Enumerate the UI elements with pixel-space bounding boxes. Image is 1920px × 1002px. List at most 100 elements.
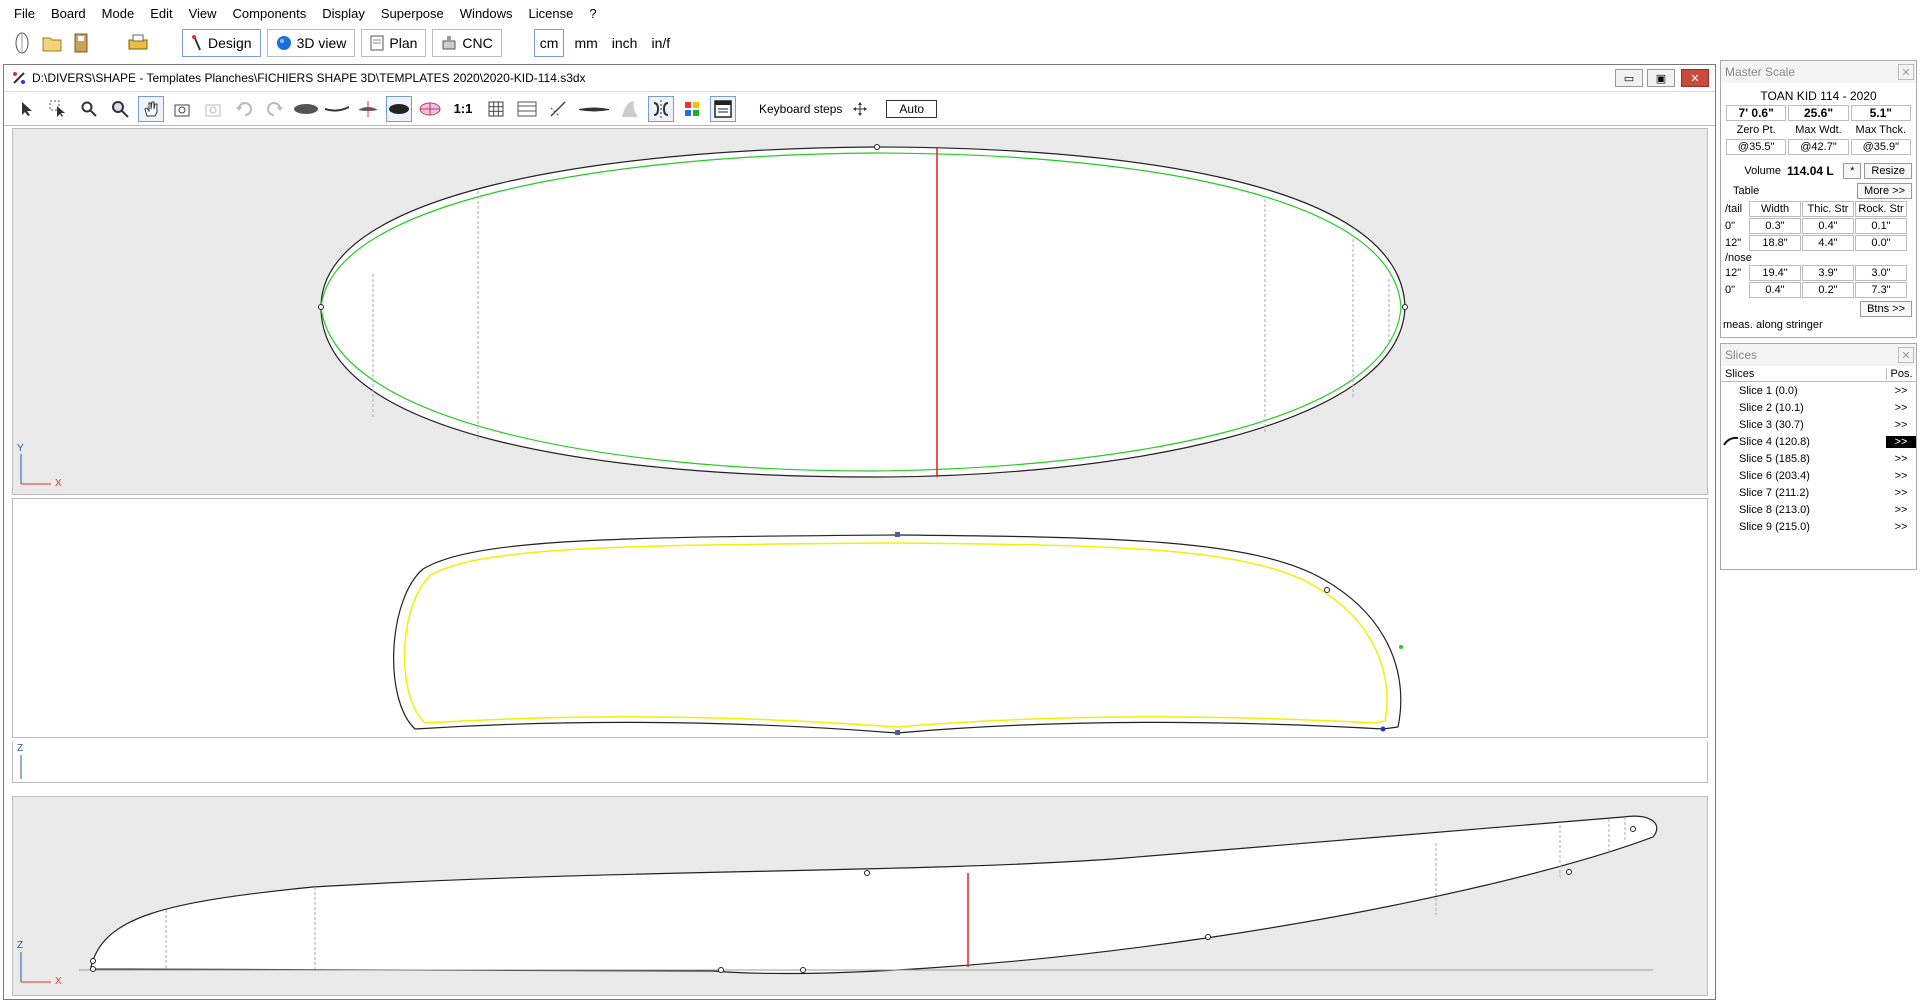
list-item[interactable]: Slice 9 (215.0) >>	[1721, 518, 1916, 535]
list-item[interactable]: Slice 3 (30.7) >>	[1721, 416, 1916, 433]
resize-button[interactable]: Resize	[1864, 163, 1912, 179]
current-slice-icon	[1723, 436, 1739, 446]
board-width[interactable]: 25.6"	[1788, 105, 1849, 121]
slice-view-icon[interactable]	[355, 96, 381, 122]
auto-steps-button[interactable]: Auto	[886, 99, 938, 118]
3d-view-mode-label: 3D view	[296, 35, 347, 51]
measure-icon[interactable]	[545, 96, 571, 122]
close-button[interactable]: ✕	[1681, 69, 1709, 87]
more-button[interactable]: More >>	[1857, 183, 1912, 199]
cnc-mode-label: CNC	[462, 35, 493, 51]
list-item[interactable]: Slice 2 (10.1) >>	[1721, 399, 1916, 416]
rocker-view[interactable]: Z X	[12, 796, 1708, 996]
open-folder-icon[interactable]	[40, 31, 64, 55]
fin-rocker-icon[interactable]	[576, 96, 612, 122]
col-rocker-header: Rock. Str	[1855, 201, 1907, 217]
max-thickness-value[interactable]: @35.9"	[1850, 139, 1911, 155]
menu-superpose[interactable]: Superpose	[373, 0, 452, 28]
slice-view[interactable]	[12, 498, 1708, 738]
list-item[interactable]: Slice 7 (211.2) >>	[1721, 484, 1916, 501]
deck-bottom-icon[interactable]	[417, 96, 443, 122]
axis-y-label: Y	[17, 443, 24, 454]
list-item[interactable]: Slice 8 (213.0) >>	[1721, 501, 1916, 518]
menu-board[interactable]: Board	[43, 0, 94, 28]
control-point	[90, 966, 96, 972]
slices-close-icon[interactable]: ✕	[1898, 347, 1914, 363]
board-name: TOAN KID 114 - 2020	[1760, 89, 1877, 103]
plan-mode-label: Plan	[389, 35, 418, 51]
board-length[interactable]: 7' 0.6"	[1726, 105, 1787, 121]
grid-icon[interactable]	[483, 96, 509, 122]
unit-in-f[interactable]: in/f	[647, 30, 674, 56]
control-point	[1380, 726, 1386, 732]
unit-cm[interactable]: cm	[533, 29, 565, 57]
design-mode-button[interactable]: Design	[182, 29, 261, 57]
globe-icon	[276, 36, 291, 50]
3d-view-mode-button[interactable]: 3D view	[266, 29, 356, 57]
slices-panel: Slices ✕ Slices Pos. Slice 1 (0.0) >> Sli…	[1720, 343, 1917, 570]
colors-icon[interactable]	[679, 96, 705, 122]
table-row: 0" 0.3" 0.4" 0.1"	[1725, 218, 1912, 234]
menu-mode[interactable]: Mode	[94, 0, 143, 28]
restore-button[interactable]: ▣	[1647, 69, 1675, 87]
layers-icon[interactable]	[514, 96, 540, 122]
star-button[interactable]: *	[1843, 163, 1862, 179]
control-point	[1566, 869, 1572, 875]
move-arrows-icon[interactable]	[847, 96, 873, 122]
document-title-bar: D:\DIVERS\SHAPE - Templates Planches\FIC…	[4, 65, 1715, 92]
unit-mm[interactable]: mm	[570, 30, 601, 56]
document-icon	[13, 72, 25, 84]
side-axis-x-label: X	[55, 976, 62, 987]
pan-hand-icon[interactable]	[138, 95, 164, 122]
outline-view[interactable]: Y X	[12, 128, 1708, 495]
max-width-value[interactable]: @42.7"	[1788, 139, 1849, 155]
zoom-window-icon[interactable]	[107, 96, 133, 122]
document-window: D:\DIVERS\SHAPE - Templates Planches\FIC…	[3, 64, 1716, 1000]
control-point	[864, 870, 870, 876]
plan-mode-button[interactable]: Plan	[361, 29, 427, 57]
select-points-icon[interactable]	[45, 96, 71, 122]
unit-inch[interactable]: inch	[608, 30, 642, 56]
menu-license[interactable]: License	[521, 0, 582, 28]
all-views-icon[interactable]	[386, 95, 412, 122]
buttons-button[interactable]: Btns >>	[1860, 301, 1912, 317]
cnc-mode-button[interactable]: CNC	[432, 29, 502, 57]
menu-view[interactable]: View	[181, 0, 225, 28]
scale-1-1-button[interactable]: 1:1	[448, 96, 478, 122]
redo-icon	[262, 96, 288, 122]
list-item[interactable]: Slice 1 (0.0) >>	[1721, 382, 1916, 399]
master-scale-close-icon[interactable]: ✕	[1898, 64, 1914, 80]
save-icon[interactable]	[70, 31, 94, 55]
menu-edit[interactable]: Edit	[142, 0, 180, 28]
list-item[interactable]: Slice 4 (120.8) >>	[1721, 433, 1916, 450]
slices-column-header: Slices	[1725, 367, 1755, 380]
minimize-button[interactable]: ▭	[1615, 69, 1643, 87]
zero-point-value[interactable]: @35.5"	[1726, 139, 1787, 155]
slices-title-bar: Slices ✕	[1721, 344, 1916, 366]
side-axis-z-label: Z	[17, 940, 24, 951]
new-board-icon[interactable]	[10, 31, 34, 55]
print-icon[interactable]	[126, 31, 150, 55]
properties-window-icon[interactable]	[710, 95, 736, 122]
rocker-view-icon[interactable]	[324, 96, 350, 122]
menu-display[interactable]: Display	[314, 0, 373, 28]
menu-components[interactable]: Components	[225, 0, 315, 28]
outline-view-icon[interactable]	[293, 96, 319, 122]
list-item[interactable]: Slice 6 (203.4) >>	[1721, 467, 1916, 484]
control-point	[1324, 587, 1330, 593]
menu-help[interactable]: ?	[581, 0, 604, 28]
control-point	[800, 967, 806, 973]
board-thickness[interactable]: 5.1"	[1850, 105, 1911, 121]
menu-windows[interactable]: Windows	[452, 0, 521, 28]
camera-icon[interactable]	[169, 96, 195, 122]
zoom-icon[interactable]	[76, 96, 102, 122]
table-row: 0" 0.4" 0.2" 7.3"	[1725, 282, 1912, 298]
menu-file[interactable]: File	[6, 0, 43, 28]
select-arrow-icon[interactable]	[14, 96, 40, 122]
control-point	[1399, 645, 1403, 649]
symmetry-icon[interactable]	[648, 95, 674, 122]
measure-mode-label: meas. along stringer	[1723, 319, 1823, 331]
list-item[interactable]: Slice 5 (185.8) >>	[1721, 450, 1916, 467]
max-thickness-label: Max Thck.	[1855, 124, 1907, 136]
control-point	[318, 304, 324, 310]
